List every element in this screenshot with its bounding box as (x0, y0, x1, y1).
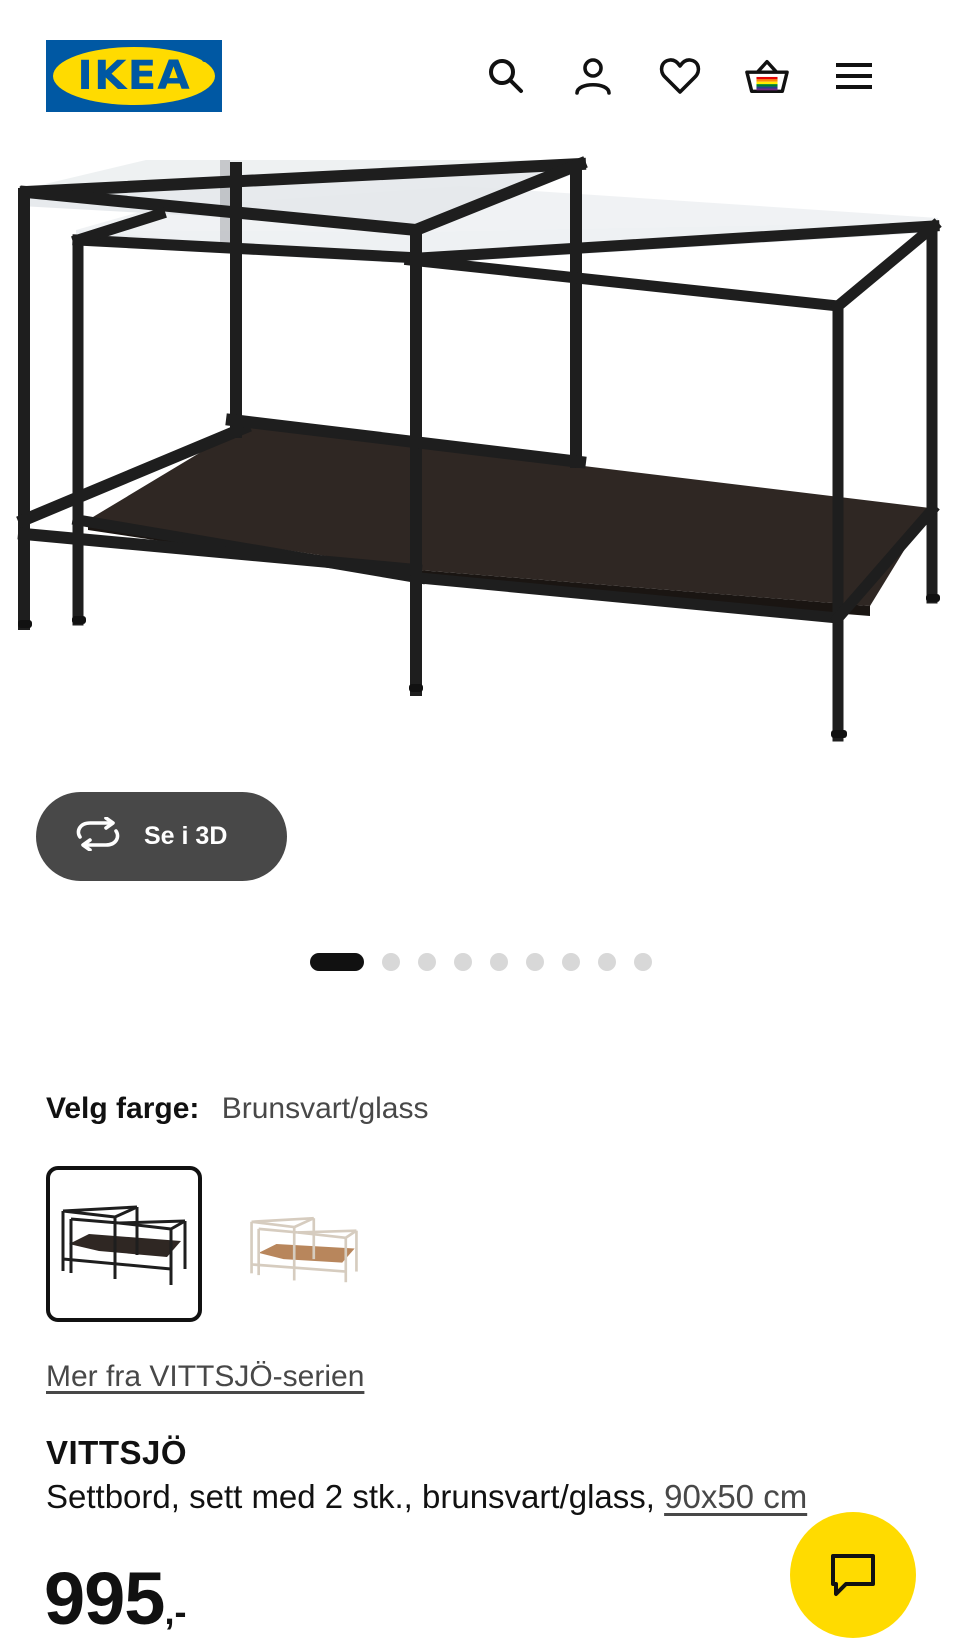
color-selector-heading: Velg farge: Brunsvart/glass (46, 1092, 428, 1126)
menu-hamburger-icon[interactable] (832, 54, 876, 98)
carousel-dot[interactable] (454, 953, 472, 971)
product-description-line: Settbord, sett med 2 stk., brunsvart/gla… (46, 1478, 807, 1516)
search-icon[interactable] (484, 54, 528, 98)
image-carousel-dots (310, 952, 670, 972)
swatch-brown-black-image (61, 1205, 187, 1285)
favorites-heart-icon[interactable] (658, 54, 702, 98)
carousel-dot[interactable] (598, 953, 616, 971)
view-3d-label: Se i 3D (144, 822, 228, 850)
color-selected-value: Brunsvart/glass (221, 1092, 429, 1125)
series-link[interactable]: Mer fra VITTSJÖ-serien (46, 1360, 364, 1394)
logo-text: IKEA (77, 53, 191, 99)
carousel-dot[interactable] (382, 953, 400, 971)
carousel-dot[interactable] (490, 953, 508, 971)
product-dimensions-link[interactable]: 90x50 cm (664, 1478, 807, 1515)
price-suffix: ,- (164, 1591, 187, 1632)
rotate-3d-icon (74, 816, 122, 856)
carousel-dot[interactable] (562, 953, 580, 971)
carousel-dot-active[interactable] (310, 953, 364, 971)
carousel-dot[interactable] (634, 953, 652, 971)
ikea-logo[interactable]: IKEA ® (46, 40, 222, 112)
color-swatch-white[interactable] (226, 1166, 382, 1322)
product-price: 995,- (44, 1556, 186, 1641)
product-image[interactable] (0, 150, 960, 780)
color-swatch-brown-black[interactable] (46, 1166, 202, 1322)
view-3d-button[interactable]: Se i 3D (36, 792, 287, 881)
chat-bubble-icon (831, 1554, 875, 1596)
chat-button[interactable] (790, 1512, 916, 1638)
color-label: Velg farge: (46, 1092, 200, 1125)
product-name: VITTSJÖ (46, 1434, 188, 1471)
header: IKEA ® (0, 0, 960, 150)
logo-oval: IKEA (53, 47, 215, 105)
account-icon[interactable] (571, 54, 615, 98)
swatch-white-image (250, 1216, 358, 1283)
cart-basket-icon[interactable] (745, 54, 789, 98)
logo-registered-mark: ® (201, 54, 208, 64)
carousel-dot[interactable] (526, 953, 544, 971)
product-description: Settbord, sett med 2 stk., brunsvart/gla… (46, 1478, 655, 1515)
price-integer: 995 (44, 1557, 165, 1640)
carousel-dot[interactable] (418, 953, 436, 971)
